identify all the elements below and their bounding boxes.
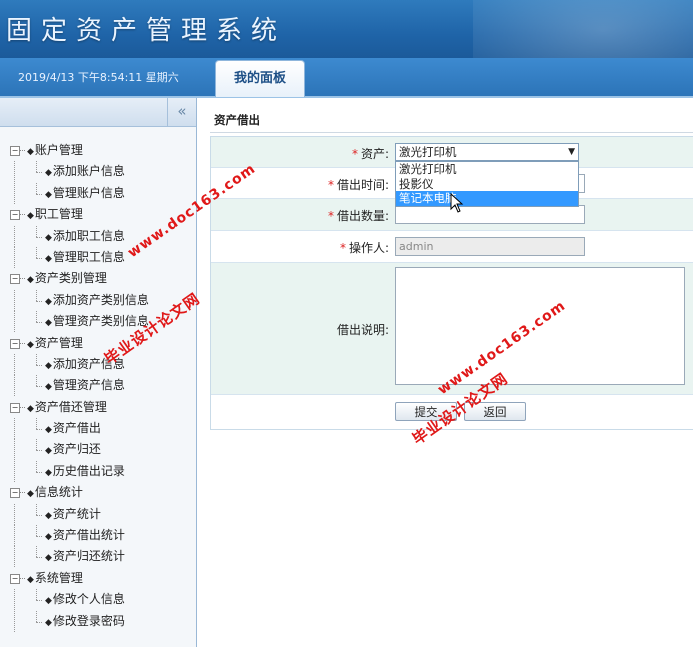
sidebar-item-label: 管理账户信息 <box>52 185 125 200</box>
nav-group-label: 账户管理 <box>34 143 83 157</box>
nav-group-label: 资产借还管理 <box>34 399 107 414</box>
nav-group-system[interactable]: − ◆系统管理 <box>0 568 196 589</box>
nav-group-label: 系统管理 <box>34 570 83 585</box>
nav-tree: − ◆账户管理 ◆添加账户信息 ◆管理账户信息 − ◆职工管理 ◆添加职工信息 ◆管… <box>0 140 196 632</box>
sidebar-item-edit-profile[interactable]: ◆修改个人信息 <box>0 589 196 611</box>
sidebar-item-label: 管理资产信息 <box>52 378 125 393</box>
diamond-icon: ◆ <box>27 147 34 157</box>
nav-group-account[interactable]: − ◆账户管理 <box>0 140 196 161</box>
dropdown-arrow-icon[interactable]: ▼ <box>568 144 575 161</box>
diamond-icon: ◆ <box>45 553 52 564</box>
diamond-icon: ◆ <box>27 574 34 585</box>
asset-option[interactable]: 激光打印机 <box>396 162 578 177</box>
sidebar-item-asset-borrow[interactable]: ◆资产借出 <box>0 418 196 440</box>
nav-group-label: 信息统计 <box>34 485 83 500</box>
sidebar-item-label: 资产统计 <box>52 506 101 521</box>
asset-selected-value: 激光打印机 <box>399 145 457 159</box>
form-row-asset: * 资产: 激光打印机 ▼ 激光打印机 投影仪 笔记本电脑 <box>211 137 693 207</box>
diamond-icon: ◆ <box>45 467 52 478</box>
collapse-node-icon[interactable]: − <box>10 338 20 349</box>
sidebar-item-label: 修改登录密码 <box>52 613 125 628</box>
sidebar-item-asset-return[interactable]: ◆资产归还 <box>0 439 196 461</box>
asset-label: * 资产: <box>351 147 389 161</box>
sidebar-item-label: 资产归还统计 <box>52 549 125 564</box>
sidebar-item-add-account[interactable]: ◆添加账户信息 <box>0 161 196 183</box>
diamond-icon: ◆ <box>45 189 52 200</box>
nav-group-label: 资产类别管理 <box>34 271 107 286</box>
nav-group-borrow-return[interactable]: − ◆资产借还管理 <box>0 397 196 418</box>
sidebar-item-manage-account[interactable]: ◆管理账户信息 <box>0 182 196 204</box>
sidebar-item-change-password[interactable]: ◆修改登录密码 <box>0 610 196 632</box>
nav-group-asset[interactable]: − ◆资产管理 <box>0 333 196 354</box>
diamond-icon: ◆ <box>45 232 52 243</box>
asset-option[interactable]: 投影仪 <box>396 177 578 192</box>
borrow-qty-label: * 借出数量: <box>327 209 389 223</box>
diamond-icon: ◆ <box>45 532 52 543</box>
nav-group-label: 职工管理 <box>34 207 83 222</box>
collapse-node-icon[interactable]: − <box>10 402 20 413</box>
sidebar-item-label: 添加资产类别信息 <box>52 292 149 307</box>
app-banner: 固定资产管理系统 <box>0 0 693 58</box>
diamond-icon: ◆ <box>45 296 52 307</box>
sidebar-item-label: 资产借出统计 <box>52 528 125 543</box>
diamond-icon: ◆ <box>45 168 52 179</box>
diamond-icon: ◆ <box>45 617 52 628</box>
diamond-icon: ◆ <box>27 403 34 414</box>
sidebar-item-label: 添加职工信息 <box>52 228 125 243</box>
sidebar-item-label: 资产归还 <box>52 442 101 457</box>
asset-select[interactable]: 激光打印机 ▼ <box>395 143 579 161</box>
diamond-icon: ◆ <box>45 425 52 436</box>
collapse-node-icon[interactable]: − <box>10 146 20 156</box>
diamond-icon: ◆ <box>45 360 52 371</box>
collapse-node-icon[interactable]: − <box>10 488 20 499</box>
nav-group-label: 资产管理 <box>34 335 83 350</box>
sidebar-header: « <box>0 98 196 127</box>
sidebar-item-label: 历史借出记录 <box>52 463 125 478</box>
operator-label: * 操作人: <box>339 241 389 255</box>
remark-label: 借出说明: <box>336 323 389 337</box>
diamond-icon: ◆ <box>27 211 34 222</box>
diamond-icon: ◆ <box>45 510 52 521</box>
sidebar-item-label: 管理职工信息 <box>52 249 125 264</box>
sidebar-item-label: 修改个人信息 <box>52 592 125 607</box>
asset-option-highlighted[interactable]: 笔记本电脑 <box>396 191 578 206</box>
diamond-icon: ◆ <box>45 596 52 607</box>
mouse-cursor-icon <box>450 193 464 213</box>
sidebar-item-borrow-history[interactable]: ◆历史借出记录 <box>0 460 196 482</box>
diamond-icon: ◆ <box>45 446 52 457</box>
diamond-icon: ◆ <box>27 489 34 500</box>
asset-dropdown-list: 激光打印机 投影仪 笔记本电脑 <box>395 161 579 207</box>
sidebar-item-manage-asset[interactable]: ◆管理资产信息 <box>0 375 196 397</box>
datetime-display: 2019/4/13 下午8:54:11 星期六 <box>18 71 179 84</box>
nav-group-asset-category[interactable]: − ◆资产类别管理 <box>0 268 196 289</box>
borrow-qty-input[interactable] <box>395 205 585 224</box>
top-bar: 2019/4/13 下午8:54:11 星期六 我的面板 <box>0 58 693 98</box>
sidebar-item-label: 管理资产类别信息 <box>52 314 149 329</box>
nav-group-statistics[interactable]: − ◆信息统计 <box>0 482 196 503</box>
diamond-icon: ◆ <box>45 318 52 329</box>
sidebar-item-add-asset[interactable]: ◆添加资产信息 <box>0 353 196 375</box>
collapse-node-icon[interactable]: − <box>10 274 20 285</box>
sidebar-item-manage-staff[interactable]: ◆管理职工信息 <box>0 246 196 268</box>
operator-input <box>395 237 585 256</box>
tab-my-panel[interactable]: 我的面板 <box>215 60 305 97</box>
diamond-icon: ◆ <box>45 253 52 264</box>
diamond-icon: ◆ <box>45 382 52 393</box>
app-title: 固定资产管理系统 <box>6 16 287 46</box>
sidebar-item-asset-stats[interactable]: ◆资产统计 <box>0 503 196 525</box>
double-chevron-left-icon[interactable]: « <box>167 98 196 126</box>
section-title: 资产借出 <box>210 110 693 133</box>
sidebar-item-label: 资产借出 <box>52 421 101 436</box>
form-row-operator: * 操作人: <box>211 231 693 263</box>
banner-glow <box>473 0 693 58</box>
diamond-icon: ◆ <box>27 275 34 286</box>
collapse-node-icon[interactable]: − <box>10 210 20 221</box>
diamond-icon: ◆ <box>27 339 34 350</box>
sidebar-item-borrow-stats[interactable]: ◆资产借出统计 <box>0 525 196 547</box>
sidebar-item-label: 添加账户信息 <box>52 164 125 179</box>
sidebar: « − ◆账户管理 ◆添加账户信息 ◆管理账户信息 − ◆职工管理 ◆添加职工信息 … <box>0 98 197 647</box>
collapse-node-icon[interactable]: − <box>10 573 20 584</box>
sidebar-item-return-stats[interactable]: ◆资产归还统计 <box>0 546 196 568</box>
